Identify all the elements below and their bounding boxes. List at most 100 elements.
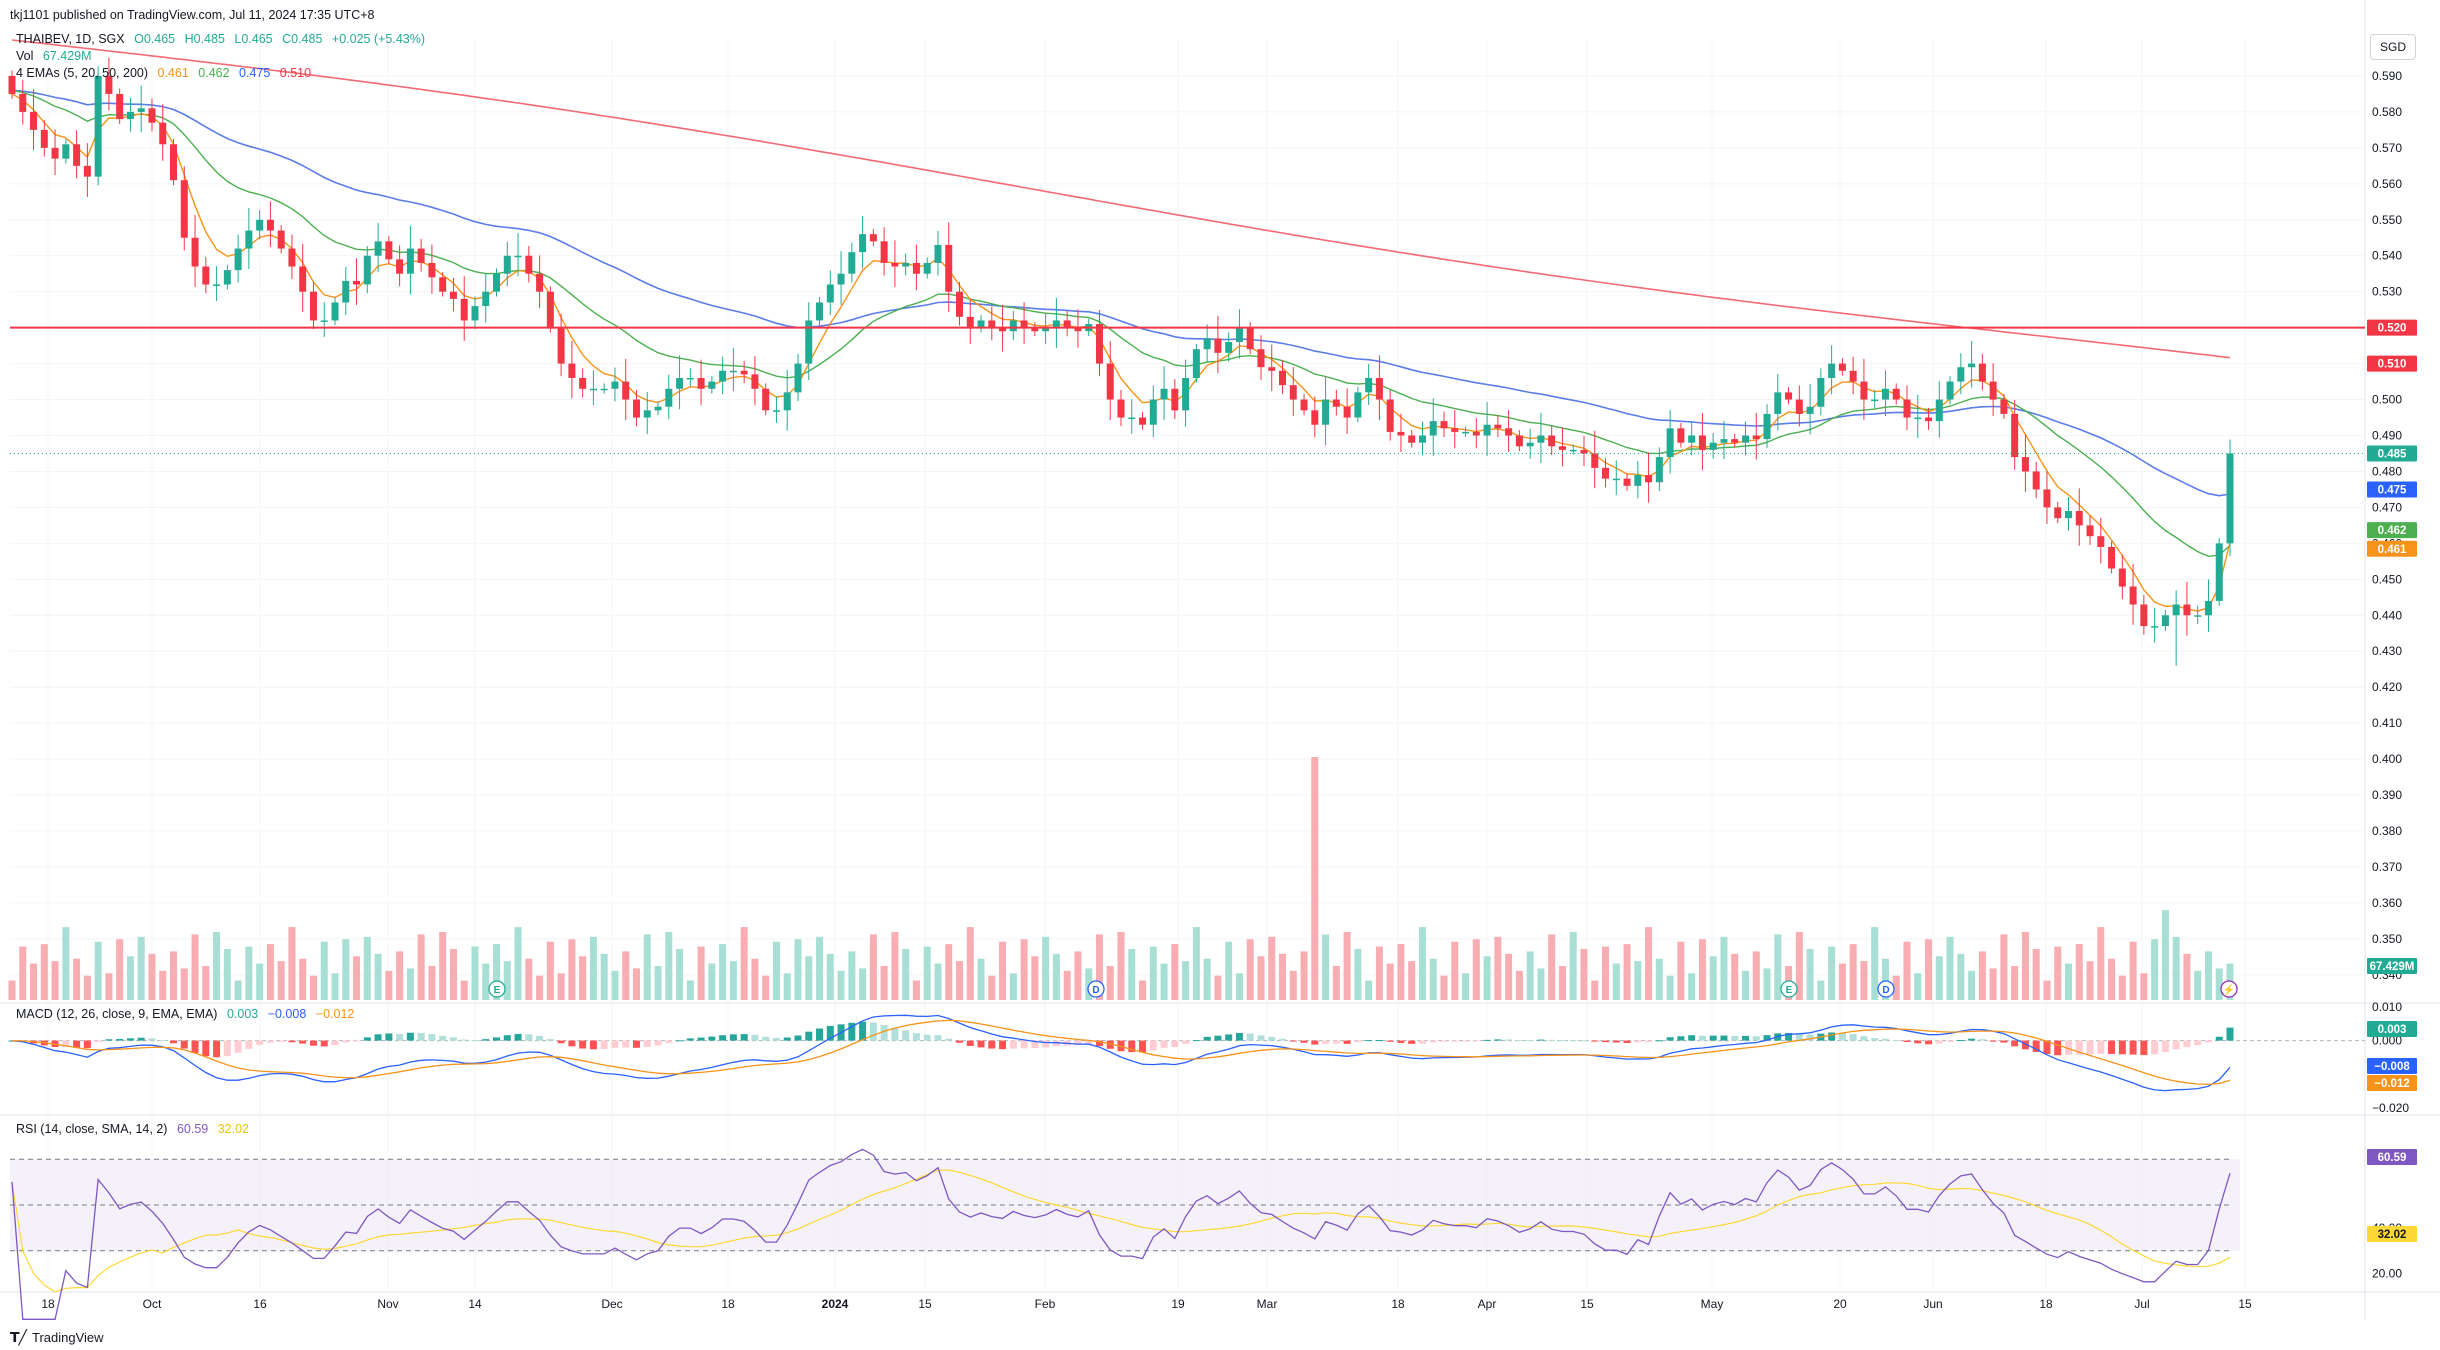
candle-body	[385, 241, 393, 260]
macd-histogram-bar	[1354, 1040, 1362, 1043]
macd-histogram-bar	[1311, 1040, 1319, 1045]
candle-body	[1623, 478, 1631, 486]
currency-button[interactable]: SGD	[2370, 34, 2416, 60]
symbol-name[interactable]: THAIBEV, 1D, SGX	[16, 32, 125, 46]
time-tick-label: 15	[1580, 1297, 1594, 1311]
candle-body	[525, 255, 533, 274]
candle-body	[1591, 453, 1599, 468]
emas-label[interactable]: 4 EMAs (5, 20, 50, 200)	[16, 66, 148, 80]
candle-body	[1192, 349, 1200, 378]
macd-histogram-bar	[1386, 1040, 1394, 1042]
macd-label[interactable]: MACD (12, 26, close, 9, EMA, EMA)	[16, 1007, 217, 1021]
candle-body	[2064, 511, 2072, 519]
macd-histogram-bar	[1429, 1040, 1437, 1043]
volume-bar	[880, 965, 888, 1000]
candle-body	[1203, 338, 1211, 350]
price-tick-label: 0.350	[2372, 932, 2402, 946]
candle-body	[1106, 363, 1114, 400]
candle-body	[1752, 435, 1760, 440]
time-tick-label: 15	[918, 1297, 932, 1311]
macd-histogram-bar	[180, 1040, 188, 1049]
time-tick-label: Apr	[1478, 1297, 1497, 1311]
volume-bar	[191, 934, 199, 1000]
candle-body	[1440, 421, 1448, 429]
volume-bar	[213, 931, 221, 1000]
volume-bar	[406, 968, 414, 1000]
price-badge: 0.462	[2378, 525, 2407, 537]
ema50-value: 0.475	[239, 66, 271, 80]
candle-body	[1914, 417, 1922, 420]
time-tick-label: Mar	[1257, 1297, 1278, 1311]
macd-histogram-bar	[439, 1035, 447, 1041]
candle-body	[869, 234, 877, 242]
volume-bar	[1569, 931, 1577, 1000]
candle-body	[1881, 388, 1889, 400]
candle-body	[30, 111, 38, 130]
vol-label[interactable]: Vol	[16, 49, 33, 63]
candle-body	[1903, 399, 1911, 418]
volume-bar	[439, 931, 447, 1000]
macd-histogram-bar	[1558, 1040, 1566, 1042]
macd-histogram-bar	[2086, 1040, 2094, 1055]
candle-body	[493, 273, 501, 292]
candle-body	[826, 284, 834, 303]
candle-body	[2204, 600, 2212, 616]
macd-histogram-bar	[159, 1040, 167, 1042]
time-tick-label: Oct	[143, 1297, 162, 1311]
volume-bar	[1235, 973, 1243, 1000]
macd-histogram-bar	[546, 1039, 554, 1041]
chart-canvas[interactable]: 0.590 0.580 0.570 0.560 0.550 0.540 0.530 0.520…	[0, 0, 2440, 1350]
macd-histogram-bar	[116, 1038, 124, 1041]
volume-bar	[600, 953, 608, 1000]
volume-bar	[2097, 927, 2105, 1000]
macd-histogram-bar	[1375, 1040, 1383, 1042]
candle-body	[202, 266, 210, 285]
time-tick-label: 16	[253, 1297, 267, 1311]
macd-histogram-bar	[1515, 1040, 1523, 1042]
volume-bar	[1009, 973, 1017, 1000]
volume-bar	[159, 970, 167, 1000]
macd-histogram-bar	[514, 1033, 522, 1041]
volume-bar	[8, 980, 16, 1000]
candle-body	[353, 280, 361, 285]
volume-bar	[1300, 951, 1308, 1000]
ema20-line	[11, 89, 2231, 558]
brand-name: TradingView	[31, 1330, 104, 1345]
price-tick-label: 0.450	[2372, 572, 2402, 586]
macd-histogram-bar	[277, 1040, 285, 1043]
candle-body	[1526, 442, 1534, 447]
macd-histogram-bar	[1289, 1040, 1297, 1042]
candle-body	[740, 370, 748, 375]
macd-histogram-bar	[783, 1037, 791, 1041]
macd-histogram-bar	[460, 1039, 468, 1041]
ema5-line	[11, 93, 2231, 612]
candle-body	[277, 230, 285, 249]
volume-bar	[2064, 963, 2072, 1000]
volume-bar	[848, 951, 856, 1000]
volume-bar	[503, 961, 511, 1000]
candle-body	[439, 277, 447, 292]
volume-bar	[309, 975, 317, 1000]
dividend-marker-icon: D	[1882, 985, 1889, 996]
tradingview-brand[interactable]: 𝗧╱ TradingView	[10, 1329, 104, 1346]
candle-body	[2226, 453, 2234, 544]
macd-histogram-bar	[1526, 1040, 1534, 1042]
candle-body	[62, 144, 70, 159]
volume-bar	[1322, 934, 1330, 1000]
macd-histogram-bar	[2151, 1040, 2159, 1055]
candle-body	[1602, 467, 1610, 479]
candle-body	[1677, 428, 1685, 443]
macd-histogram-bar	[493, 1037, 501, 1041]
macd-histogram-bar	[137, 1037, 145, 1041]
time-tick-label: Nov	[377, 1297, 398, 1311]
volume-bar	[40, 944, 48, 1000]
rsi-label[interactable]: RSI (14, close, SMA, 14, 2)	[16, 1122, 167, 1136]
volume-bar	[2054, 946, 2062, 1000]
candle-body	[299, 266, 307, 292]
candle-body	[342, 280, 350, 303]
candle-body	[945, 244, 953, 292]
volume-bar	[1257, 956, 1265, 1000]
candle-body	[859, 234, 867, 253]
macd-histogram-bar	[1182, 1040, 1190, 1045]
macd-histogram-bar	[1623, 1040, 1631, 1044]
